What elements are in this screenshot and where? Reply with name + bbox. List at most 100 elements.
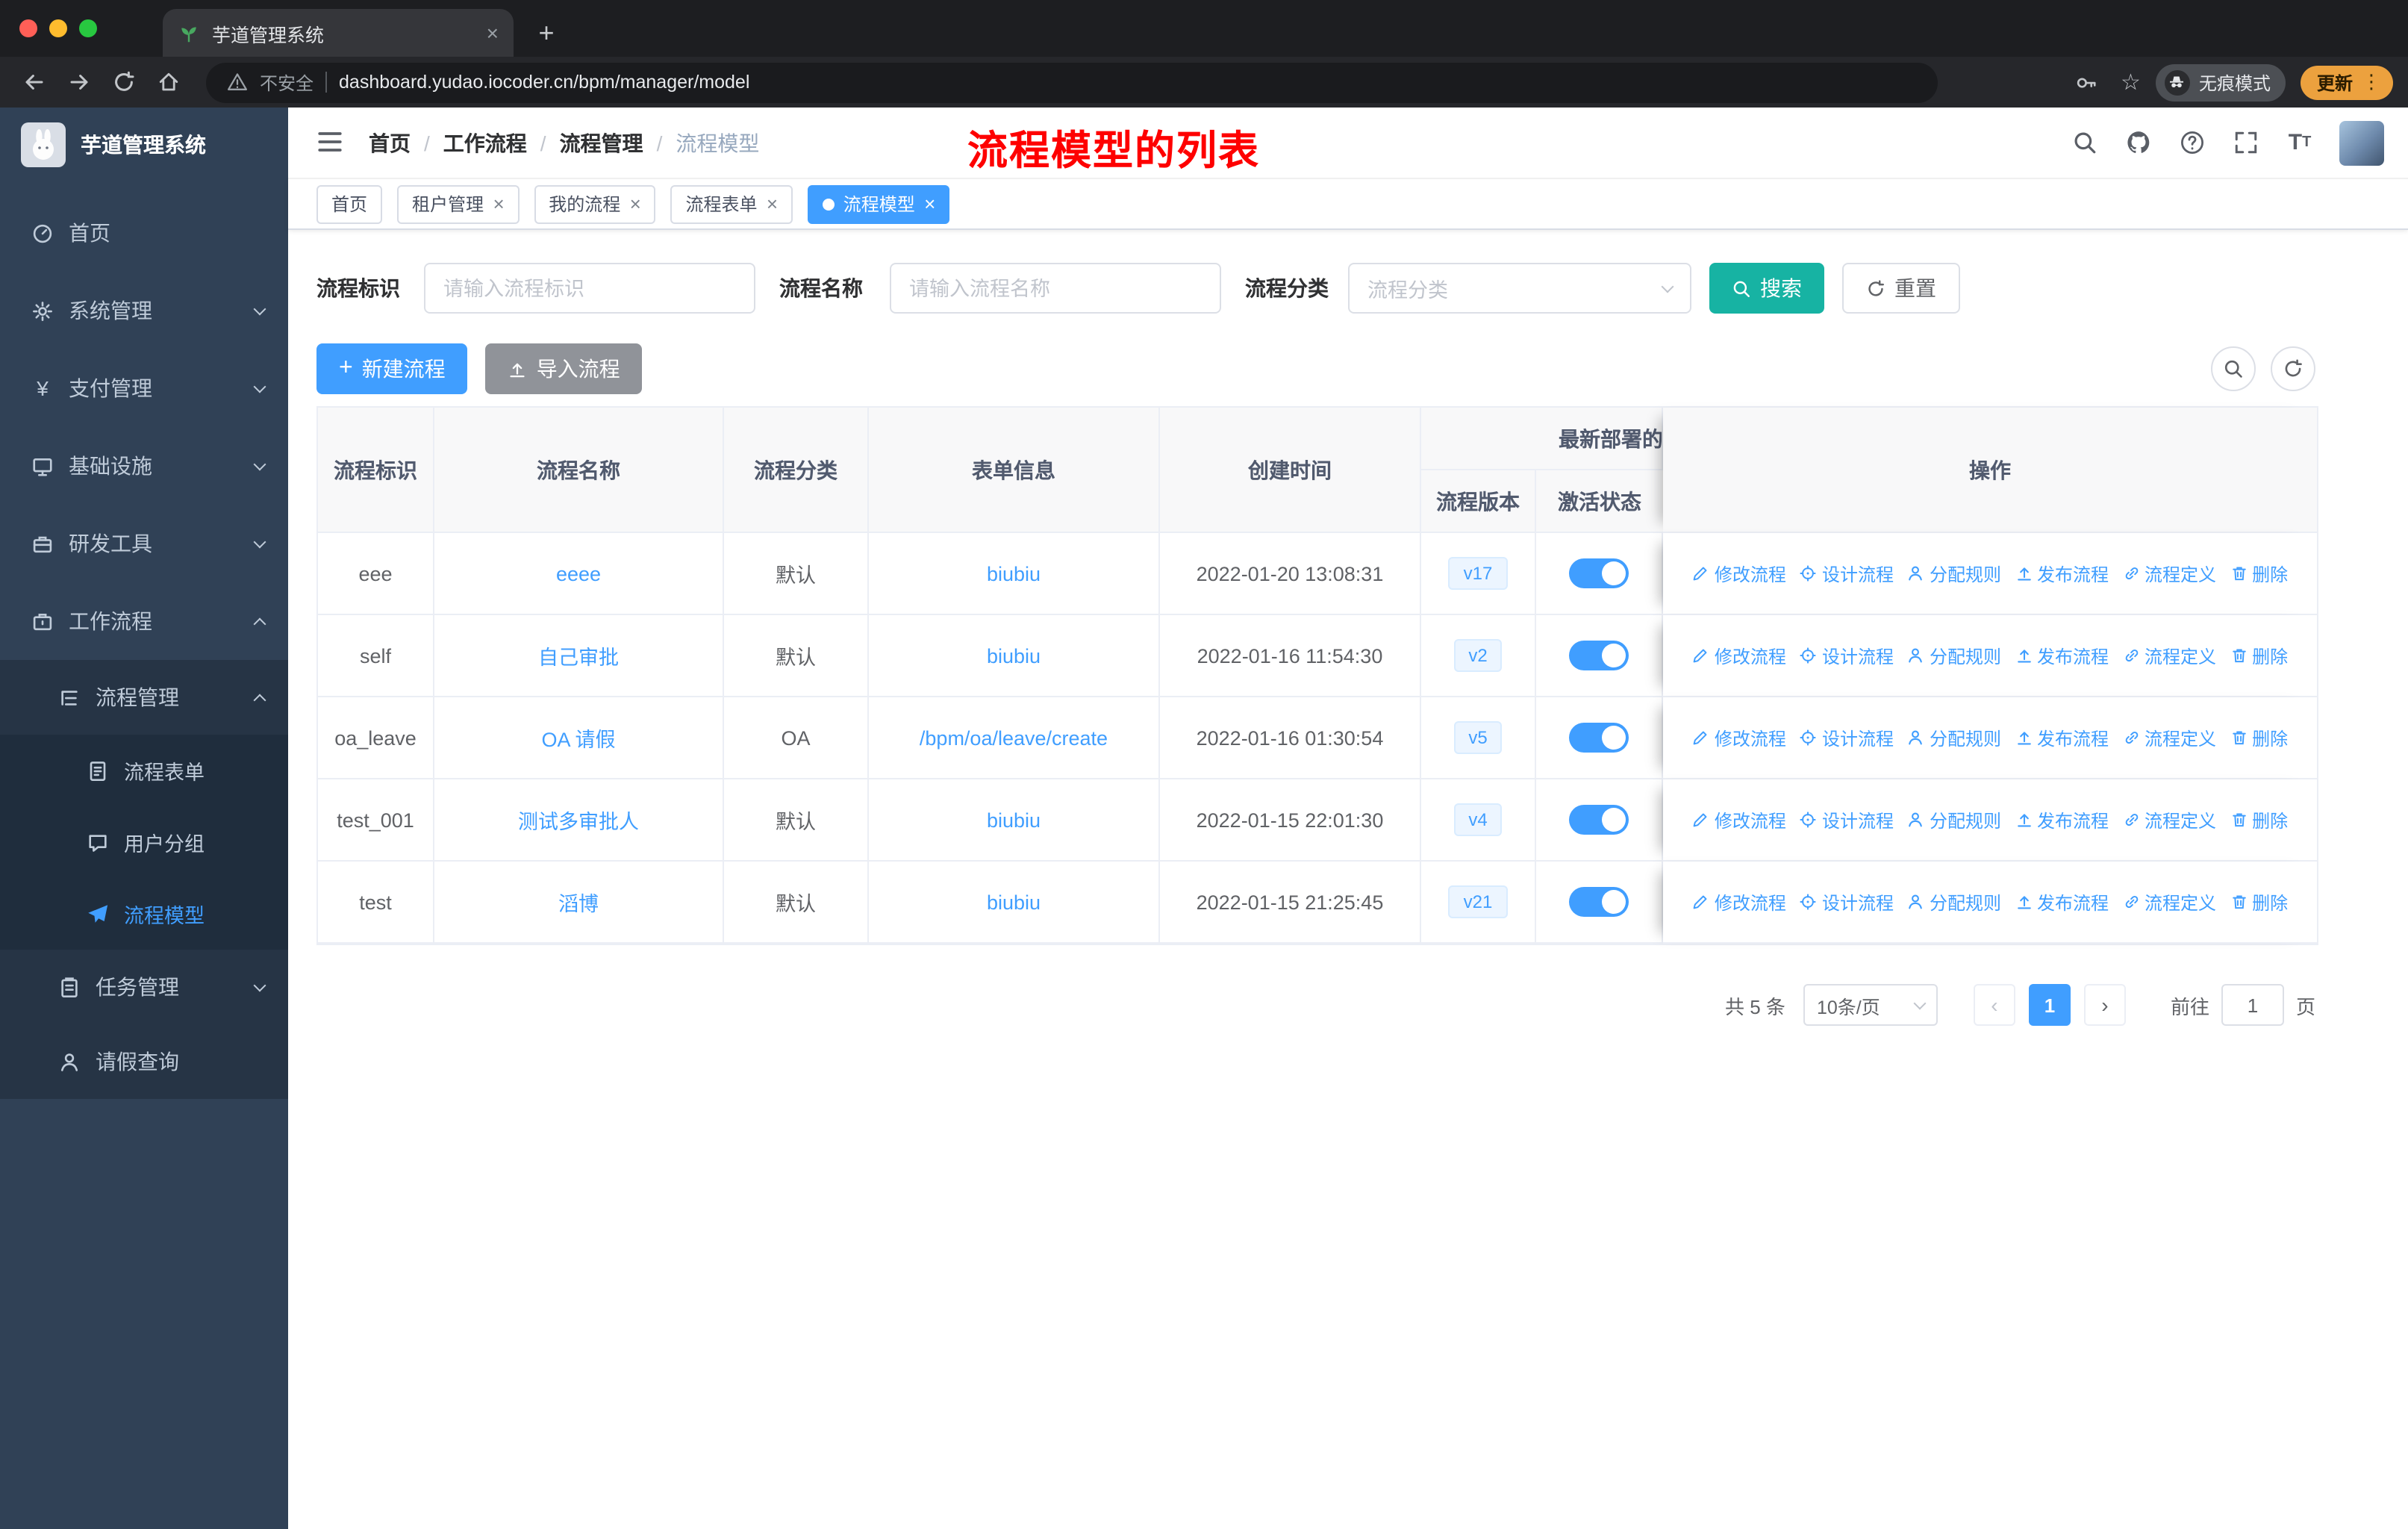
design-model-link[interactable]: 设计流程	[1800, 561, 1894, 586]
sidebar-item-system-management[interactable]: 系统管理	[0, 272, 288, 349]
sidebar-item-process-model[interactable]: 流程模型	[0, 878, 288, 950]
password-key-button[interactable]	[2067, 63, 2106, 102]
sidebar-item-infrastructure[interactable]: 基础设施	[0, 427, 288, 505]
process-definition-link[interactable]: 流程定义	[2122, 643, 2216, 668]
breadcrumb-workflow[interactable]: 工作流程	[443, 128, 527, 158]
form-link[interactable]: biubiu	[987, 891, 1041, 913]
process-name-input[interactable]	[890, 263, 1221, 314]
assign-rule-link[interactable]: 分配规则	[1907, 725, 2001, 750]
delete-model-link[interactable]: 删除	[2230, 807, 2288, 832]
active-toggle[interactable]	[1569, 805, 1629, 835]
model-name-link[interactable]: 滔博	[558, 893, 599, 915]
reload-button[interactable]	[105, 63, 143, 102]
active-toggle[interactable]	[1569, 723, 1629, 753]
close-window-button[interactable]	[19, 19, 37, 37]
delete-model-link[interactable]: 删除	[2230, 643, 2288, 668]
refresh-table-button[interactable]	[2271, 346, 2315, 391]
design-model-link[interactable]: 设计流程	[1800, 643, 1894, 668]
close-icon[interactable]: ×	[767, 194, 778, 214]
header-search-button[interactable]	[2071, 128, 2099, 157]
search-button[interactable]: 搜索	[1709, 263, 1824, 314]
model-name-link[interactable]: OA 请假	[541, 729, 615, 751]
sidebar-item-dev-tools[interactable]: 研发工具	[0, 505, 288, 582]
delete-model-link[interactable]: 删除	[2230, 725, 2288, 750]
import-process-button[interactable]: 导入流程	[485, 343, 643, 394]
reset-button[interactable]: 重置	[1842, 263, 1960, 314]
back-button[interactable]	[15, 63, 54, 102]
sidebar-item-workflow[interactable]: 工作流程	[0, 582, 288, 660]
publish-model-link[interactable]: 发布流程	[2015, 889, 2109, 915]
sidebar-fold-button[interactable]	[315, 126, 348, 159]
sidebar-item-process-management[interactable]: 流程管理	[0, 660, 288, 735]
show-search-button[interactable]	[2211, 346, 2256, 391]
assign-rule-link[interactable]: 分配规则	[1907, 643, 2001, 668]
modify-model-link[interactable]: 修改流程	[1692, 807, 1786, 832]
modify-model-link[interactable]: 修改流程	[1692, 725, 1786, 750]
zoom-window-button[interactable]	[79, 19, 97, 37]
publish-model-link[interactable]: 发布流程	[2015, 643, 2109, 668]
publish-model-link[interactable]: 发布流程	[2015, 807, 2109, 832]
fullscreen-button[interactable]	[2232, 128, 2260, 157]
form-link[interactable]: biubiu	[987, 809, 1041, 831]
category-select[interactable]: 流程分类	[1348, 263, 1691, 314]
active-toggle[interactable]	[1569, 558, 1629, 588]
process-definition-link[interactable]: 流程定义	[2122, 561, 2216, 586]
form-link[interactable]: biubiu	[987, 562, 1041, 585]
address-bar[interactable]: 不安全 dashboard.yudao.iocoder.cn/bpm/manag…	[206, 62, 1938, 102]
design-model-link[interactable]: 设计流程	[1800, 725, 1894, 750]
forward-button[interactable]	[60, 63, 99, 102]
sidebar-item-payment-management[interactable]: ¥ 支付管理	[0, 349, 288, 427]
assign-rule-link[interactable]: 分配规则	[1907, 807, 2001, 832]
form-link[interactable]: /bpm/oa/leave/create	[920, 726, 1108, 749]
sidebar-item-user-group[interactable]: 用户分组	[0, 806, 288, 878]
active-toggle[interactable]	[1569, 641, 1629, 670]
publish-model-link[interactable]: 发布流程	[2015, 725, 2109, 750]
modify-model-link[interactable]: 修改流程	[1692, 643, 1786, 668]
process-definition-link[interactable]: 流程定义	[2122, 807, 2216, 832]
tag-my-process[interactable]: 我的流程 ×	[534, 184, 656, 223]
model-name-link[interactable]: eeee	[556, 562, 601, 585]
bookmark-star-icon[interactable]: ☆	[2121, 69, 2141, 96]
process-id-input[interactable]	[424, 263, 755, 314]
goto-page-input[interactable]	[2221, 984, 2284, 1026]
assign-rule-link[interactable]: 分配规则	[1907, 889, 2001, 915]
sidebar-item-home[interactable]: 首页	[0, 194, 288, 272]
prev-page-button[interactable]: ‹	[1973, 984, 2015, 1026]
next-page-button[interactable]: ›	[2083, 984, 2126, 1026]
assign-rule-link[interactable]: 分配规则	[1907, 561, 2001, 586]
github-link[interactable]	[2124, 128, 2153, 157]
publish-model-link[interactable]: 发布流程	[2015, 561, 2109, 586]
design-model-link[interactable]: 设计流程	[1800, 889, 1894, 915]
model-name-link[interactable]: 自己审批	[538, 647, 619, 669]
form-link[interactable]: biubiu	[987, 644, 1041, 667]
sidebar-item-process-form[interactable]: 流程表单	[0, 735, 288, 806]
browser-update-button[interactable]: 更新 ⋮	[2300, 65, 2393, 99]
browser-tab[interactable]: 芋道管理系统 ×	[163, 9, 514, 57]
breadcrumb-process-management[interactable]: 流程管理	[560, 128, 643, 158]
minimize-window-button[interactable]	[49, 19, 67, 37]
user-avatar[interactable]	[2339, 120, 2384, 165]
create-process-button[interactable]: + 新建流程	[316, 343, 468, 394]
close-icon[interactable]: ×	[924, 194, 935, 214]
breadcrumb-home[interactable]: 首页	[369, 128, 411, 158]
tag-process-model[interactable]: 流程模型 ×	[807, 184, 950, 223]
tag-tenant-management[interactable]: 租户管理 ×	[397, 184, 520, 223]
design-model-link[interactable]: 设计流程	[1800, 807, 1894, 832]
delete-model-link[interactable]: 删除	[2230, 889, 2288, 915]
delete-model-link[interactable]: 删除	[2230, 561, 2288, 586]
tag-process-form[interactable]: 流程表单 ×	[670, 184, 793, 223]
process-definition-link[interactable]: 流程定义	[2122, 725, 2216, 750]
page-size-select[interactable]: 10条/页	[1803, 984, 1938, 1026]
modify-model-link[interactable]: 修改流程	[1692, 561, 1786, 586]
font-size-button[interactable]: TT	[2286, 128, 2314, 157]
help-button[interactable]	[2178, 128, 2206, 157]
close-icon[interactable]: ×	[493, 194, 504, 214]
modify-model-link[interactable]: 修改流程	[1692, 889, 1786, 915]
new-tab-button[interactable]: +	[525, 12, 567, 54]
menu-dots-icon[interactable]: ⋮	[2362, 70, 2381, 94]
sidebar-item-task-management[interactable]: 任务管理	[0, 950, 288, 1024]
active-toggle[interactable]	[1569, 887, 1629, 917]
process-definition-link[interactable]: 流程定义	[2122, 889, 2216, 915]
close-tab-icon[interactable]: ×	[487, 22, 499, 43]
home-button[interactable]	[149, 63, 188, 102]
